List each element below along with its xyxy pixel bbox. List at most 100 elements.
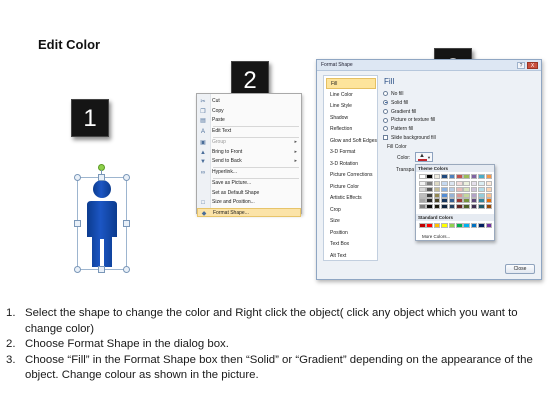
fill-option-gradient-fill[interactable]: Gradient fill bbox=[383, 108, 416, 116]
handle-middle-left[interactable] bbox=[74, 220, 81, 227]
color-swatch[interactable] bbox=[455, 223, 463, 228]
color-swatch[interactable] bbox=[463, 204, 470, 210]
color-swatch[interactable] bbox=[448, 204, 456, 210]
color-swatch[interactable] bbox=[455, 204, 463, 210]
color-swatch[interactable] bbox=[441, 192, 448, 198]
color-swatch[interactable] bbox=[478, 204, 485, 210]
selected-shape[interactable] bbox=[74, 164, 130, 274]
color-swatch[interactable] bbox=[441, 174, 448, 179]
color-swatch[interactable] bbox=[441, 198, 448, 204]
category-picture-corrections[interactable]: Picture Corrections bbox=[326, 170, 376, 181]
category-3-d-rotation[interactable]: 3-D Rotation bbox=[326, 159, 376, 170]
color-swatch[interactable] bbox=[419, 223, 426, 228]
color-swatch[interactable] bbox=[463, 192, 470, 198]
color-swatch[interactable] bbox=[426, 198, 433, 204]
context-menu-item-hyperlink[interactable]: ∞ Hyperlink... bbox=[197, 168, 301, 178]
handle-middle-right[interactable] bbox=[123, 220, 130, 227]
color-swatch[interactable] bbox=[455, 192, 463, 198]
color-swatch[interactable] bbox=[455, 181, 463, 186]
fill-option-slide-background-fill[interactable]: Slide background fill bbox=[383, 134, 436, 142]
color-swatch[interactable] bbox=[426, 204, 433, 210]
category-fill[interactable]: Fill bbox=[326, 78, 376, 89]
fill-option-solid-fill[interactable]: Solid fill bbox=[383, 99, 408, 107]
color-swatch[interactable] bbox=[419, 192, 426, 198]
color-swatch[interactable] bbox=[433, 186, 441, 192]
context-menu-item-edit-text[interactable]: A Edit Text bbox=[197, 127, 301, 137]
color-swatch[interactable] bbox=[433, 174, 441, 179]
fill-option-picture-or-texture-fill[interactable]: Picture or texture fill bbox=[383, 116, 435, 124]
color-swatch[interactable] bbox=[433, 181, 441, 186]
category-line-style[interactable]: Line Style bbox=[326, 101, 376, 112]
color-swatch[interactable] bbox=[433, 198, 441, 204]
color-swatch[interactable] bbox=[441, 186, 448, 192]
checkbox[interactable] bbox=[383, 135, 388, 141]
color-swatch[interactable] bbox=[448, 181, 456, 186]
help-button[interactable]: ? bbox=[517, 62, 525, 69]
color-swatch[interactable] bbox=[426, 181, 433, 186]
color-swatch[interactable] bbox=[485, 223, 493, 228]
color-swatch[interactable] bbox=[419, 186, 426, 192]
color-picker-button[interactable]: ▲ ▼ bbox=[415, 152, 433, 162]
color-swatch[interactable] bbox=[485, 204, 493, 210]
radio-button[interactable] bbox=[383, 126, 388, 132]
color-swatch[interactable] bbox=[448, 192, 456, 198]
context-menu-item-save-as-picture[interactable]: Save as Picture... bbox=[197, 179, 301, 189]
category-text-box[interactable]: Text Box bbox=[326, 239, 376, 250]
context-menu-item-copy[interactable]: ❐ Copy bbox=[197, 107, 301, 117]
handle-top-left[interactable] bbox=[74, 174, 81, 181]
color-swatch[interactable] bbox=[455, 174, 463, 179]
radio-button[interactable] bbox=[383, 91, 388, 97]
category-glow-and-soft-edges[interactable]: Glow and Soft Edges bbox=[326, 136, 377, 147]
color-swatch[interactable] bbox=[426, 186, 433, 192]
handle-bottom-center[interactable] bbox=[98, 266, 105, 273]
color-swatch[interactable] bbox=[470, 192, 478, 198]
category-3-d-format[interactable]: 3-D Format bbox=[326, 147, 376, 158]
close-x-button[interactable]: X bbox=[527, 62, 538, 69]
fill-option-pattern-fill[interactable]: Pattern fill bbox=[383, 125, 413, 133]
color-swatch[interactable] bbox=[478, 223, 485, 228]
color-swatch[interactable] bbox=[419, 174, 426, 179]
category-position[interactable]: Position bbox=[326, 228, 376, 239]
color-swatch[interactable] bbox=[433, 192, 441, 198]
category-reflection[interactable]: Reflection bbox=[326, 124, 376, 135]
color-swatch[interactable] bbox=[485, 198, 493, 204]
context-menu-item-paste[interactable]: ▤ Paste bbox=[197, 116, 301, 126]
color-swatch[interactable] bbox=[426, 174, 433, 179]
color-swatch[interactable] bbox=[426, 223, 433, 228]
color-swatch[interactable] bbox=[478, 186, 485, 192]
color-swatch[interactable] bbox=[478, 192, 485, 198]
handle-bottom-right[interactable] bbox=[123, 266, 130, 273]
color-swatch[interactable] bbox=[470, 174, 478, 179]
fill-option-no-fill[interactable]: No fill bbox=[383, 90, 404, 98]
color-swatch[interactable] bbox=[426, 192, 433, 198]
context-menu-item-size-and-position[interactable]: □ Size and Position... bbox=[197, 198, 301, 208]
color-swatch[interactable] bbox=[433, 204, 441, 210]
category-crop[interactable]: Crop bbox=[326, 205, 376, 216]
color-swatch[interactable] bbox=[433, 223, 441, 228]
color-swatch[interactable] bbox=[463, 181, 470, 186]
handle-bottom-left[interactable] bbox=[74, 266, 81, 273]
radio-button[interactable] bbox=[383, 117, 388, 123]
dialog-close-button[interactable]: Close bbox=[505, 264, 535, 274]
category-shadow[interactable]: Shadow bbox=[326, 113, 376, 124]
color-swatch[interactable] bbox=[448, 174, 456, 179]
context-menu-item-format-shape[interactable]: ◆ Format Shape... bbox=[197, 207, 301, 217]
color-swatch[interactable] bbox=[419, 198, 426, 204]
color-swatch[interactable] bbox=[448, 186, 456, 192]
color-swatch[interactable] bbox=[485, 192, 493, 198]
color-swatch[interactable] bbox=[441, 204, 448, 210]
radio-button[interactable] bbox=[383, 99, 388, 105]
color-swatch[interactable] bbox=[448, 223, 456, 228]
color-swatch[interactable] bbox=[478, 198, 485, 204]
color-swatch[interactable] bbox=[485, 174, 493, 179]
context-menu-item-send-to-back[interactable]: ▼ Send to Back ▸ bbox=[197, 157, 301, 167]
category-alt-text[interactable]: Alt Text bbox=[326, 251, 376, 262]
color-swatch[interactable] bbox=[478, 181, 485, 186]
handle-top-right[interactable] bbox=[123, 174, 130, 181]
color-swatch[interactable] bbox=[441, 181, 448, 186]
category-picture-color[interactable]: Picture Color bbox=[326, 182, 376, 193]
context-menu-item-bring-to-front[interactable]: ▲ Bring to Front ▸ bbox=[197, 148, 301, 158]
color-swatch[interactable] bbox=[463, 223, 470, 228]
context-menu-item-cut[interactable]: ✂ Cut bbox=[197, 97, 301, 107]
color-swatch[interactable] bbox=[485, 181, 493, 186]
